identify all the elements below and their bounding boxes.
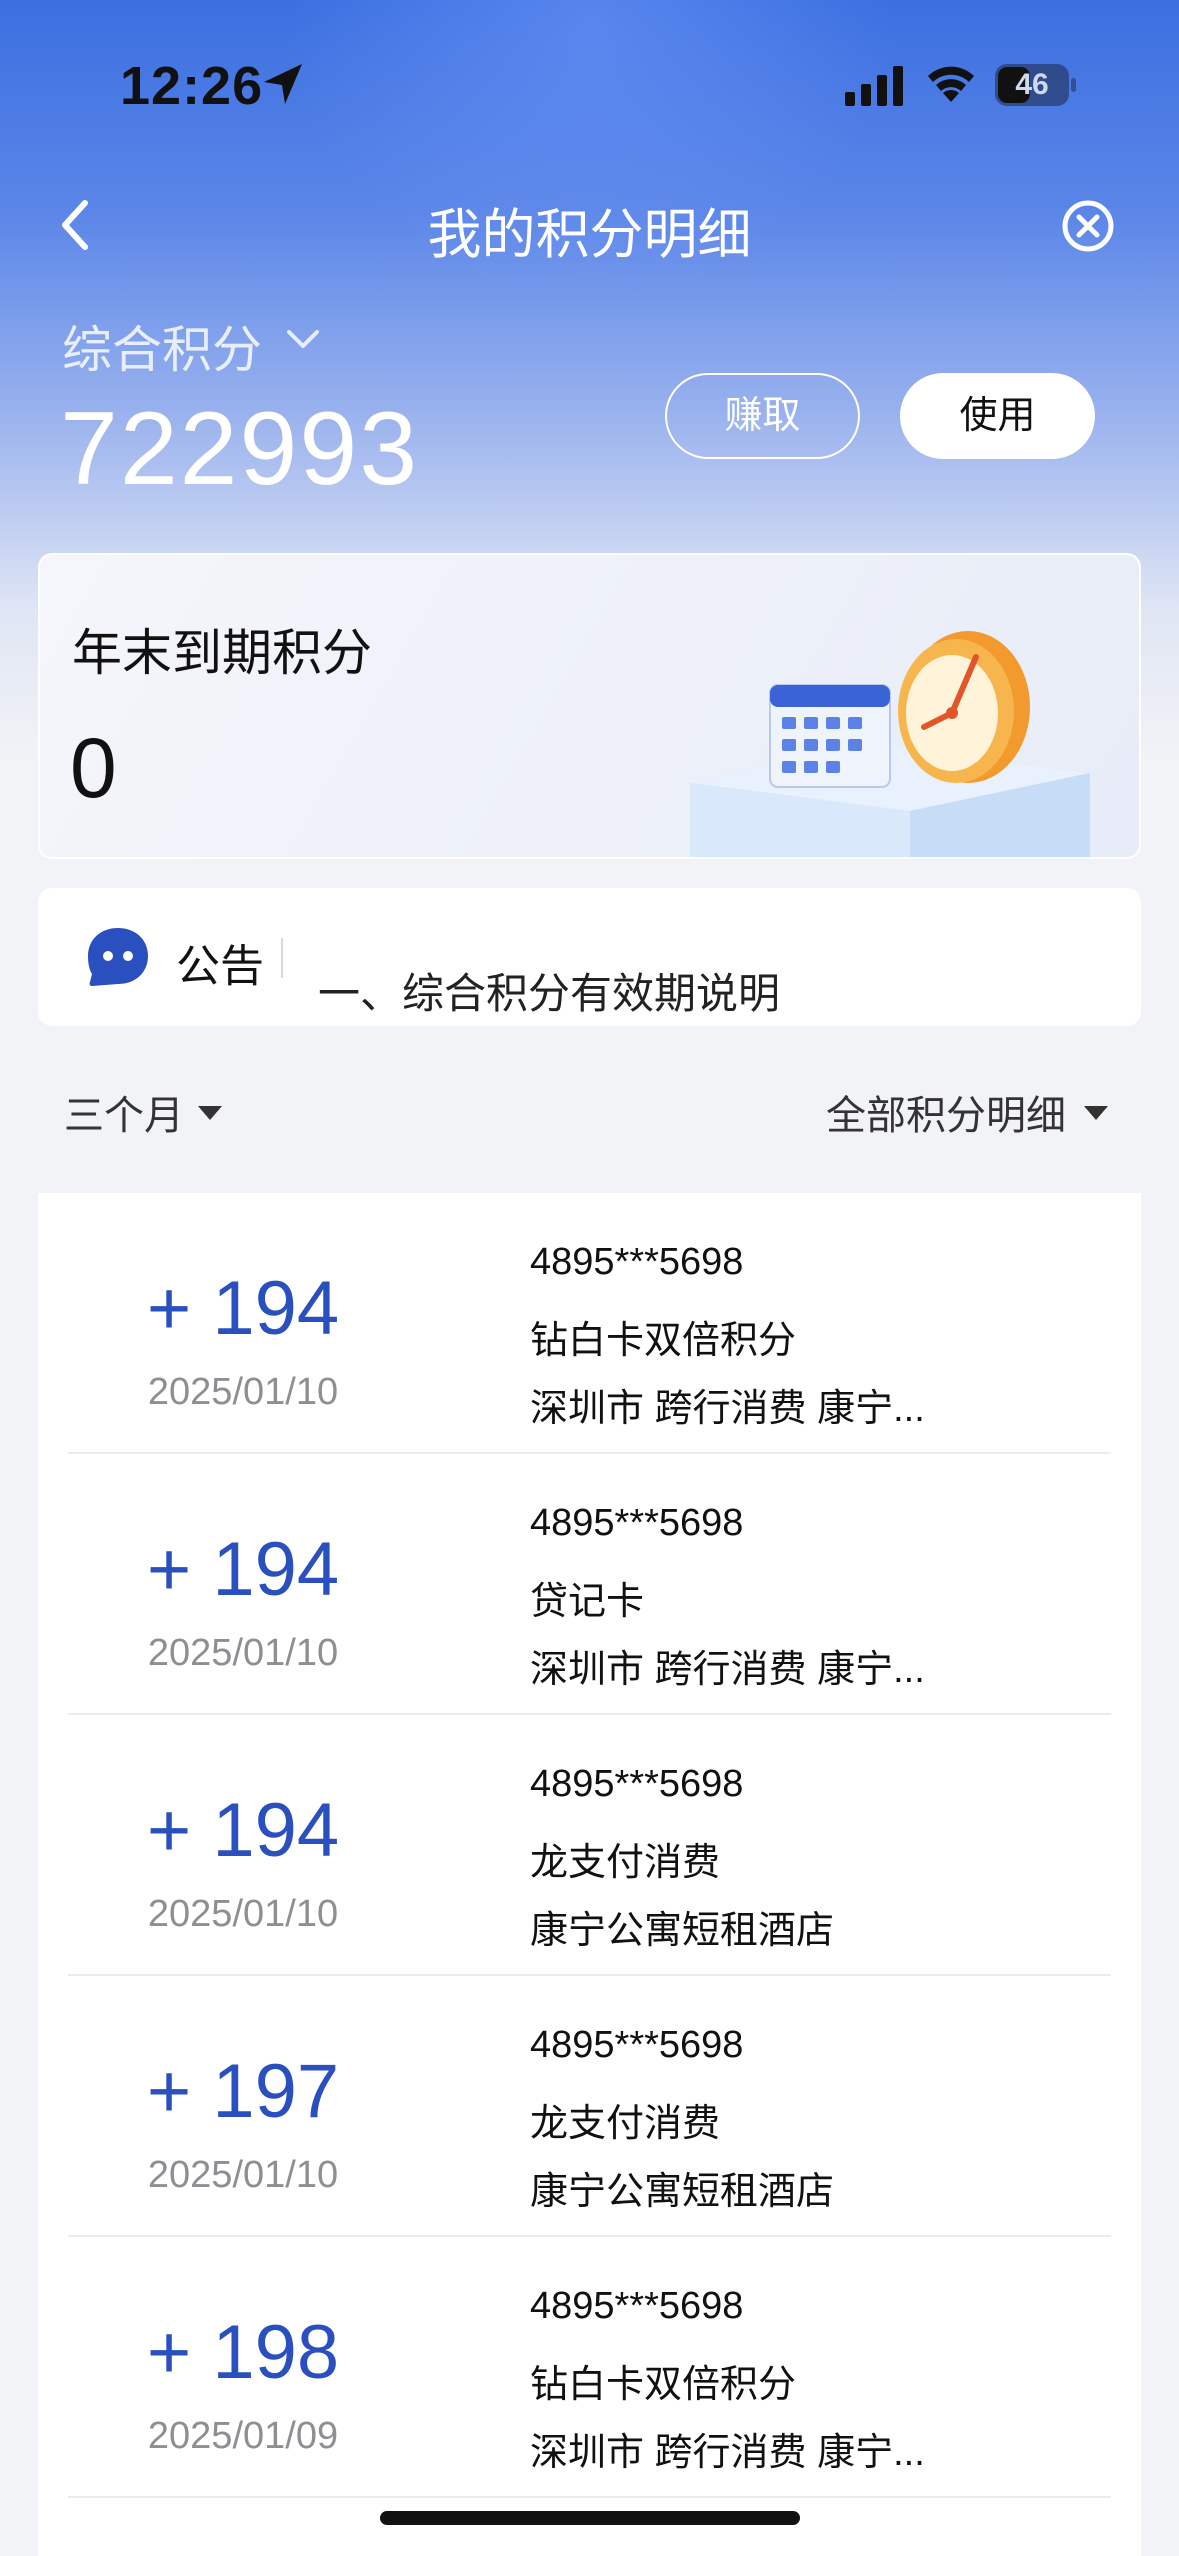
record-card-number: 4895***5698 <box>530 1763 744 1805</box>
caret-down-icon[interactable] <box>1082 1104 1110 1122</box>
record-card-number: 4895***5698 <box>530 2285 744 2327</box>
points-record-list: + 194 2025/01/10 4895***5698 钻白卡双倍积分 深圳市… <box>38 1193 1141 2556</box>
record-card-number: 4895***5698 <box>530 1502 744 1544</box>
record-date: 2025/01/10 <box>147 1371 339 1413</box>
chat-bubble-icon <box>88 928 148 986</box>
announcement-bar[interactable]: 公告 一、综合积分有效期说明 <box>38 888 1141 1026</box>
points-type-selector[interactable]: 综合积分 <box>62 310 262 382</box>
announcement-label: 公告 <box>176 942 264 991</box>
expiring-points-card: 年末到期积分 0 <box>38 553 1141 859</box>
record-merchant: 康宁公寓短租酒店 <box>530 1910 835 1952</box>
record-merchant: 深圳市 跨行消费 康宁... <box>530 1649 925 1691</box>
record-merchant: 深圳市 跨行消费 康宁... <box>530 1388 925 1430</box>
list-item[interactable]: + 194 2025/01/10 4895***5698 贷记卡 深圳市 跨行消… <box>38 1454 1141 1715</box>
record-date: 2025/01/09 <box>147 2415 339 2457</box>
list-item[interactable]: + 194 2025/01/10 4895***5698 钻白卡双倍积分 深圳市… <box>38 1193 1141 1454</box>
expiring-points-value: 0 <box>70 721 117 815</box>
location-arrow-icon <box>264 64 302 104</box>
cellular-signal-icon <box>845 66 903 106</box>
caret-down-icon[interactable] <box>196 1104 224 1122</box>
divider <box>281 938 283 978</box>
list-item[interactable]: + 194 2025/01/10 4895***5698 龙支付消费 康宁公寓短… <box>38 1715 1141 1976</box>
record-amount: + 198 <box>146 2310 340 2395</box>
status-time: 12:26 <box>120 56 264 116</box>
record-card-number: 4895***5698 <box>530 1241 744 1283</box>
calendar-clock-illustration <box>690 631 1090 857</box>
record-merchant: 深圳市 跨行消费 康宁... <box>530 2432 925 2474</box>
wifi-icon <box>928 66 974 102</box>
record-amount: + 194 <box>146 1527 340 1612</box>
battery-icon: 46 <box>995 64 1076 106</box>
record-card-number: 4895***5698 <box>530 2024 744 2066</box>
close-icon[interactable] <box>1060 198 1116 254</box>
page-title: 我的积分明细 <box>427 205 752 265</box>
points-balance: 722993 <box>60 391 420 507</box>
record-type: 贷记卡 <box>530 1581 645 1623</box>
period-filter[interactable]: 三个月 <box>64 1083 184 1141</box>
record-amount: + 194 <box>146 1788 340 1873</box>
status-bar: 12:26 46 <box>0 0 1179 170</box>
announcement-text[interactable]: 一、综合积分有效期说明 <box>318 960 780 1021</box>
record-type: 钻白卡双倍积分 <box>530 1320 797 1362</box>
chevron-down-icon[interactable] <box>285 328 321 352</box>
record-type: 龙支付消费 <box>530 1842 721 1884</box>
category-filter[interactable]: 全部积分明细 <box>826 1083 1066 1141</box>
list-item[interactable]: + 197 2025/01/10 4895***5698 龙支付消费 康宁公寓短… <box>38 1976 1141 2237</box>
record-amount: + 197 <box>146 2049 340 2134</box>
record-merchant: 康宁公寓短租酒店 <box>530 2171 835 2213</box>
divider <box>68 2496 1111 2498</box>
list-item[interactable]: + 198 2025/01/09 4895***5698 钻白卡双倍积分 深圳市… <box>38 2237 1141 2498</box>
earn-button[interactable]: 赚取 <box>665 373 860 459</box>
expiring-points-label: 年末到期积分 <box>72 625 372 681</box>
battery-level: 46 <box>1015 68 1049 101</box>
record-date: 2025/01/10 <box>147 1632 339 1674</box>
use-button[interactable]: 使用 <box>900 373 1095 459</box>
record-date: 2025/01/10 <box>147 2154 339 2196</box>
record-date: 2025/01/10 <box>147 1893 339 1935</box>
record-type: 龙支付消费 <box>530 2103 721 2145</box>
record-amount: + 194 <box>146 1266 340 1351</box>
record-type: 钻白卡双倍积分 <box>530 2364 797 2406</box>
home-indicator[interactable] <box>380 2511 800 2525</box>
